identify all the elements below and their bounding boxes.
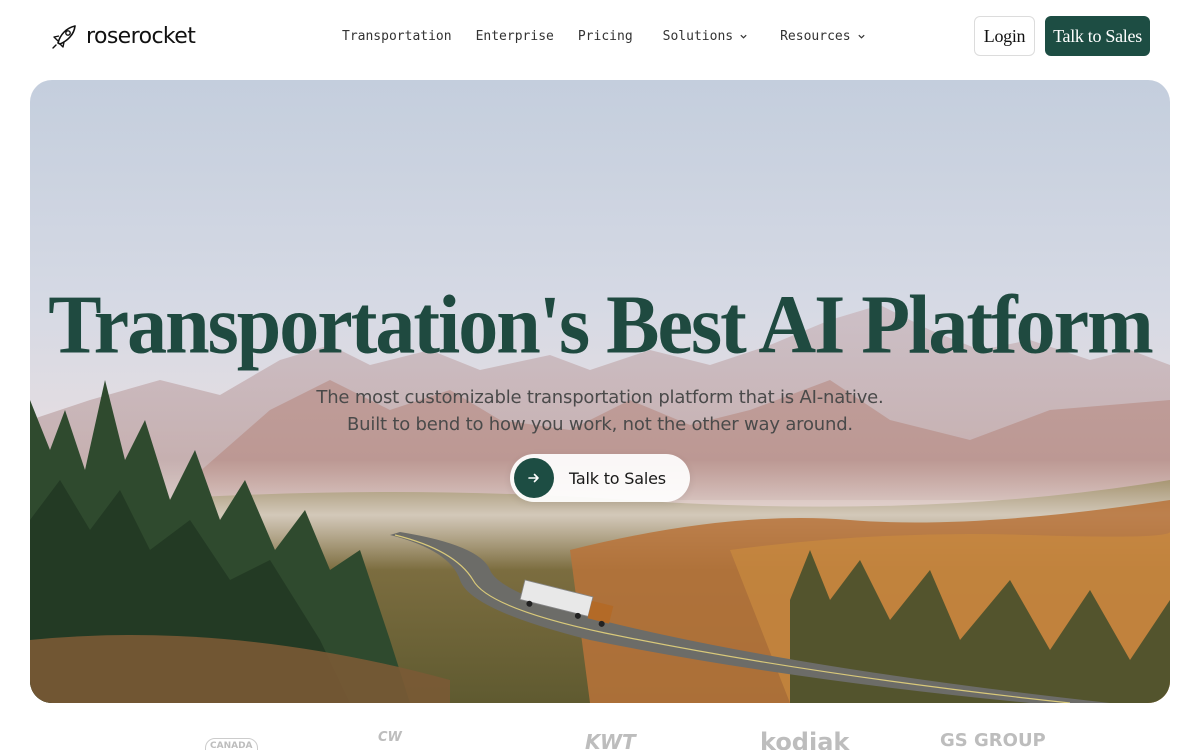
nav-item-pricing[interactable]: Pricing — [566, 29, 645, 44]
nav-label: Resources — [780, 28, 851, 44]
chevron-down-icon — [740, 34, 747, 39]
nav-item-resources[interactable]: Resources — [768, 29, 877, 44]
hero-title: Transportation's Best AI Platform — [48, 278, 1154, 372]
nav-item-transportation[interactable]: Transportation — [330, 29, 464, 44]
nav-item-solutions[interactable]: Solutions — [651, 29, 760, 44]
hero-talk-to-sales-button[interactable]: Talk to Sales — [510, 454, 690, 502]
cta-label: Talk to Sales — [569, 468, 666, 488]
customer-logo: KWT — [585, 730, 636, 750]
customer-logo: CANADA — [205, 738, 258, 750]
hero-subtitle-line: The most customizable transportation pla… — [316, 387, 884, 408]
nav-label: Solutions — [662, 28, 734, 44]
main-nav: Transportation Enterprise Pricing Soluti… — [330, 24, 878, 48]
customer-logo: kodiak — [760, 728, 850, 750]
nav-label: Pricing — [577, 28, 633, 44]
customer-logos: CANADA CW KWT kodiak GS GROUP — [0, 724, 1200, 750]
arrow-right-icon — [514, 458, 554, 498]
site-header: roserocket Transportation Enterprise Pri… — [0, 0, 1200, 72]
customer-logo: GS GROUP — [940, 730, 1046, 750]
hero-subtitle-line: Built to bend to how you work, not the o… — [347, 414, 853, 435]
rocket-icon — [52, 25, 76, 49]
chevron-down-icon — [857, 34, 865, 39]
brand-logo[interactable]: roserocket — [50, 20, 196, 52]
hero-section: Transportation's Best AI Platform The mo… — [30, 80, 1170, 703]
nav-label: Enterprise — [475, 28, 554, 44]
nav-label: Transportation — [342, 28, 452, 44]
nav-item-enterprise[interactable]: Enterprise — [464, 29, 566, 44]
login-button[interactable]: Login — [974, 16, 1035, 56]
customer-logo: CW — [378, 730, 402, 745]
hero-subtitle: The most customizable transportation pla… — [30, 384, 1170, 438]
brand-name: roserocket — [86, 23, 196, 49]
talk-to-sales-button[interactable]: Talk to Sales — [1045, 16, 1150, 56]
